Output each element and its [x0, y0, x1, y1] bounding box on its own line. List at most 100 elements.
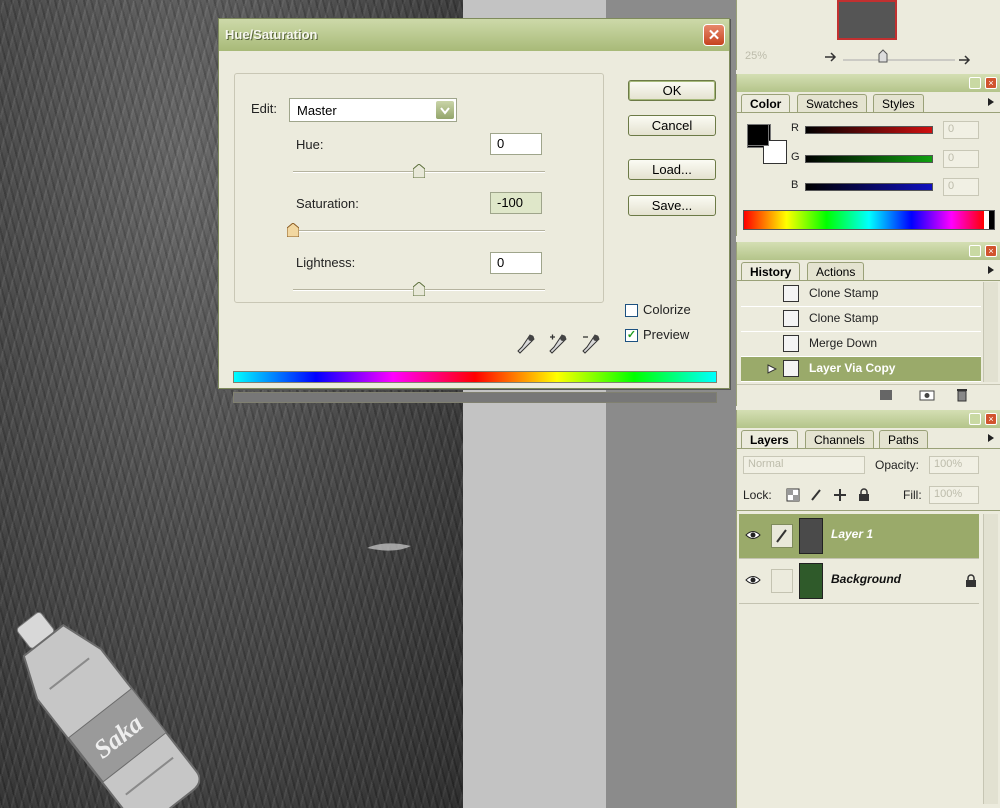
chevron-down-icon[interactable] — [436, 101, 454, 119]
layer-thumbnail — [799, 518, 823, 554]
lock-position-icon[interactable] — [833, 488, 847, 502]
new-document-icon[interactable] — [879, 389, 893, 401]
channel-b-input[interactable]: 0 — [943, 178, 979, 196]
history-footer — [737, 384, 1000, 405]
history-state-arrow-icon — [767, 364, 777, 374]
history-item-label: Merge Down — [809, 336, 878, 350]
saturation-label: Saturation: — [296, 196, 359, 211]
layer-link-cell[interactable] — [771, 524, 793, 548]
navigator-zoom-slider[interactable] — [819, 48, 979, 66]
close-icon[interactable]: × — [985, 245, 997, 257]
tab-history[interactable]: History — [741, 262, 801, 280]
channel-g-input[interactable]: 0 — [943, 150, 979, 168]
color-ramp[interactable] — [743, 210, 995, 230]
color-panel: × Color Swatches Styles R 0 G 0 B 0 — [736, 74, 1000, 236]
history-item-label: Clone Stamp — [809, 311, 879, 325]
tab-layers[interactable]: Layers — [741, 430, 798, 448]
history-item[interactable]: Clone Stamp — [741, 282, 981, 307]
navigator-zoom-value[interactable]: 25% — [741, 49, 811, 67]
panel-menu-icon[interactable] — [988, 434, 994, 442]
saturation-slider-track[interactable] — [293, 230, 545, 232]
edit-dropdown-value: Master — [297, 103, 337, 118]
brush-icon — [776, 529, 787, 543]
channel-r-input[interactable]: 0 — [943, 121, 979, 139]
opacity-label: Opacity: — [875, 458, 920, 472]
navigator-thumbnail[interactable] — [837, 0, 897, 40]
panel-menu-icon[interactable] — [988, 266, 994, 274]
history-item[interactable]: Merge Down — [741, 332, 981, 357]
channel-r-label: R — [791, 122, 799, 134]
preview-checkbox[interactable]: ✓ — [625, 329, 638, 342]
visibility-eye-icon[interactable] — [745, 574, 761, 586]
feather-shape — [367, 543, 411, 551]
eyedropper-icon[interactable] — [516, 333, 536, 357]
saturation-input[interactable]: -100 — [490, 192, 542, 214]
colorize-checkbox[interactable] — [625, 304, 638, 317]
tab-color[interactable]: Color — [741, 94, 791, 112]
tab-channels[interactable]: Channels — [805, 430, 874, 448]
load-button[interactable]: Load... — [628, 159, 716, 180]
layers-panel-header[interactable]: × — [737, 410, 1000, 428]
history-scrollbar[interactable] — [983, 282, 998, 382]
close-icon[interactable]: ✕ — [703, 24, 725, 46]
lock-image-pixels-icon[interactable] — [809, 488, 823, 502]
channel-g-slider[interactable] — [805, 155, 933, 163]
hue-slider-thumb[interactable] — [413, 164, 425, 178]
tab-paths[interactable]: Paths — [879, 430, 928, 448]
color-panel-header[interactable]: × — [737, 74, 1000, 92]
tab-styles[interactable]: Styles — [873, 94, 924, 112]
opacity-input[interactable]: 100% — [929, 456, 979, 474]
history-item[interactable]: Clone Stamp — [741, 307, 981, 332]
channel-b-slider[interactable] — [805, 183, 933, 191]
tab-actions[interactable]: Actions — [807, 262, 865, 280]
history-panel: × History Actions Clone Stamp Clone Stam… — [736, 242, 1000, 406]
layers-scrollbar[interactable] — [983, 514, 998, 804]
trash-icon[interactable] — [955, 388, 969, 402]
layer-link-cell[interactable] — [771, 569, 793, 593]
saturation-slider-thumb[interactable] — [287, 223, 299, 237]
layer-name: Layer 1 — [831, 527, 874, 541]
dialog-titlebar[interactable]: Hue/Saturation ✕ — [219, 19, 729, 51]
history-item-label: Layer Via Copy — [809, 361, 896, 375]
channel-g-label: G — [791, 151, 800, 163]
eyedropper-minus-icon[interactable] — [581, 333, 601, 357]
history-state-icon — [783, 360, 799, 377]
layer-row-background[interactable]: Background — [739, 559, 979, 604]
hue-input[interactable]: 0 — [490, 133, 542, 155]
result-spectrum-bar — [233, 392, 717, 403]
dialog-title: Hue/Saturation — [225, 27, 318, 42]
history-state-icon — [783, 335, 799, 352]
history-panel-header[interactable]: × — [737, 242, 1000, 260]
blend-mode-dropdown[interactable]: Normal — [743, 456, 865, 474]
channel-r-slider[interactable] — [805, 126, 933, 134]
minimize-icon[interactable] — [969, 245, 981, 257]
layers-panel: × Layers Channels Paths Normal Opacity: … — [736, 410, 1000, 808]
history-item-selected[interactable]: Layer Via Copy — [741, 357, 981, 382]
layer-name: Background — [831, 572, 902, 586]
tab-swatches[interactable]: Swatches — [797, 94, 868, 112]
minimize-icon[interactable] — [969, 413, 981, 425]
history-item-label: Clone Stamp — [809, 286, 879, 300]
lightness-input[interactable]: 0 — [490, 252, 542, 274]
channel-b-label: B — [791, 179, 799, 191]
edit-label: Edit: — [251, 101, 278, 116]
new-snapshot-icon[interactable] — [919, 389, 935, 401]
edit-dropdown[interactable]: Master — [289, 98, 457, 122]
eyedropper-plus-icon[interactable] — [548, 333, 568, 357]
cancel-button[interactable]: Cancel — [628, 115, 716, 136]
close-icon[interactable]: × — [985, 413, 997, 425]
lock-all-icon[interactable] — [857, 488, 871, 502]
minimize-icon[interactable] — [969, 77, 981, 89]
hue-spectrum-bar — [233, 371, 717, 383]
close-icon[interactable]: × — [985, 77, 997, 89]
save-button[interactable]: Save... — [628, 195, 716, 216]
fill-input[interactable]: 100% — [929, 486, 979, 504]
ok-button[interactable]: OK — [628, 80, 716, 101]
lightness-slider-thumb[interactable] — [413, 282, 425, 296]
fill-label: Fill: — [903, 488, 922, 502]
layer-row-layer-1[interactable]: Layer 1 — [739, 514, 979, 559]
panel-menu-icon[interactable] — [988, 98, 994, 106]
visibility-eye-icon[interactable] — [745, 529, 761, 541]
foreground-color-swatch-front[interactable] — [747, 124, 769, 146]
lock-transparent-pixels-icon[interactable] — [786, 488, 800, 502]
